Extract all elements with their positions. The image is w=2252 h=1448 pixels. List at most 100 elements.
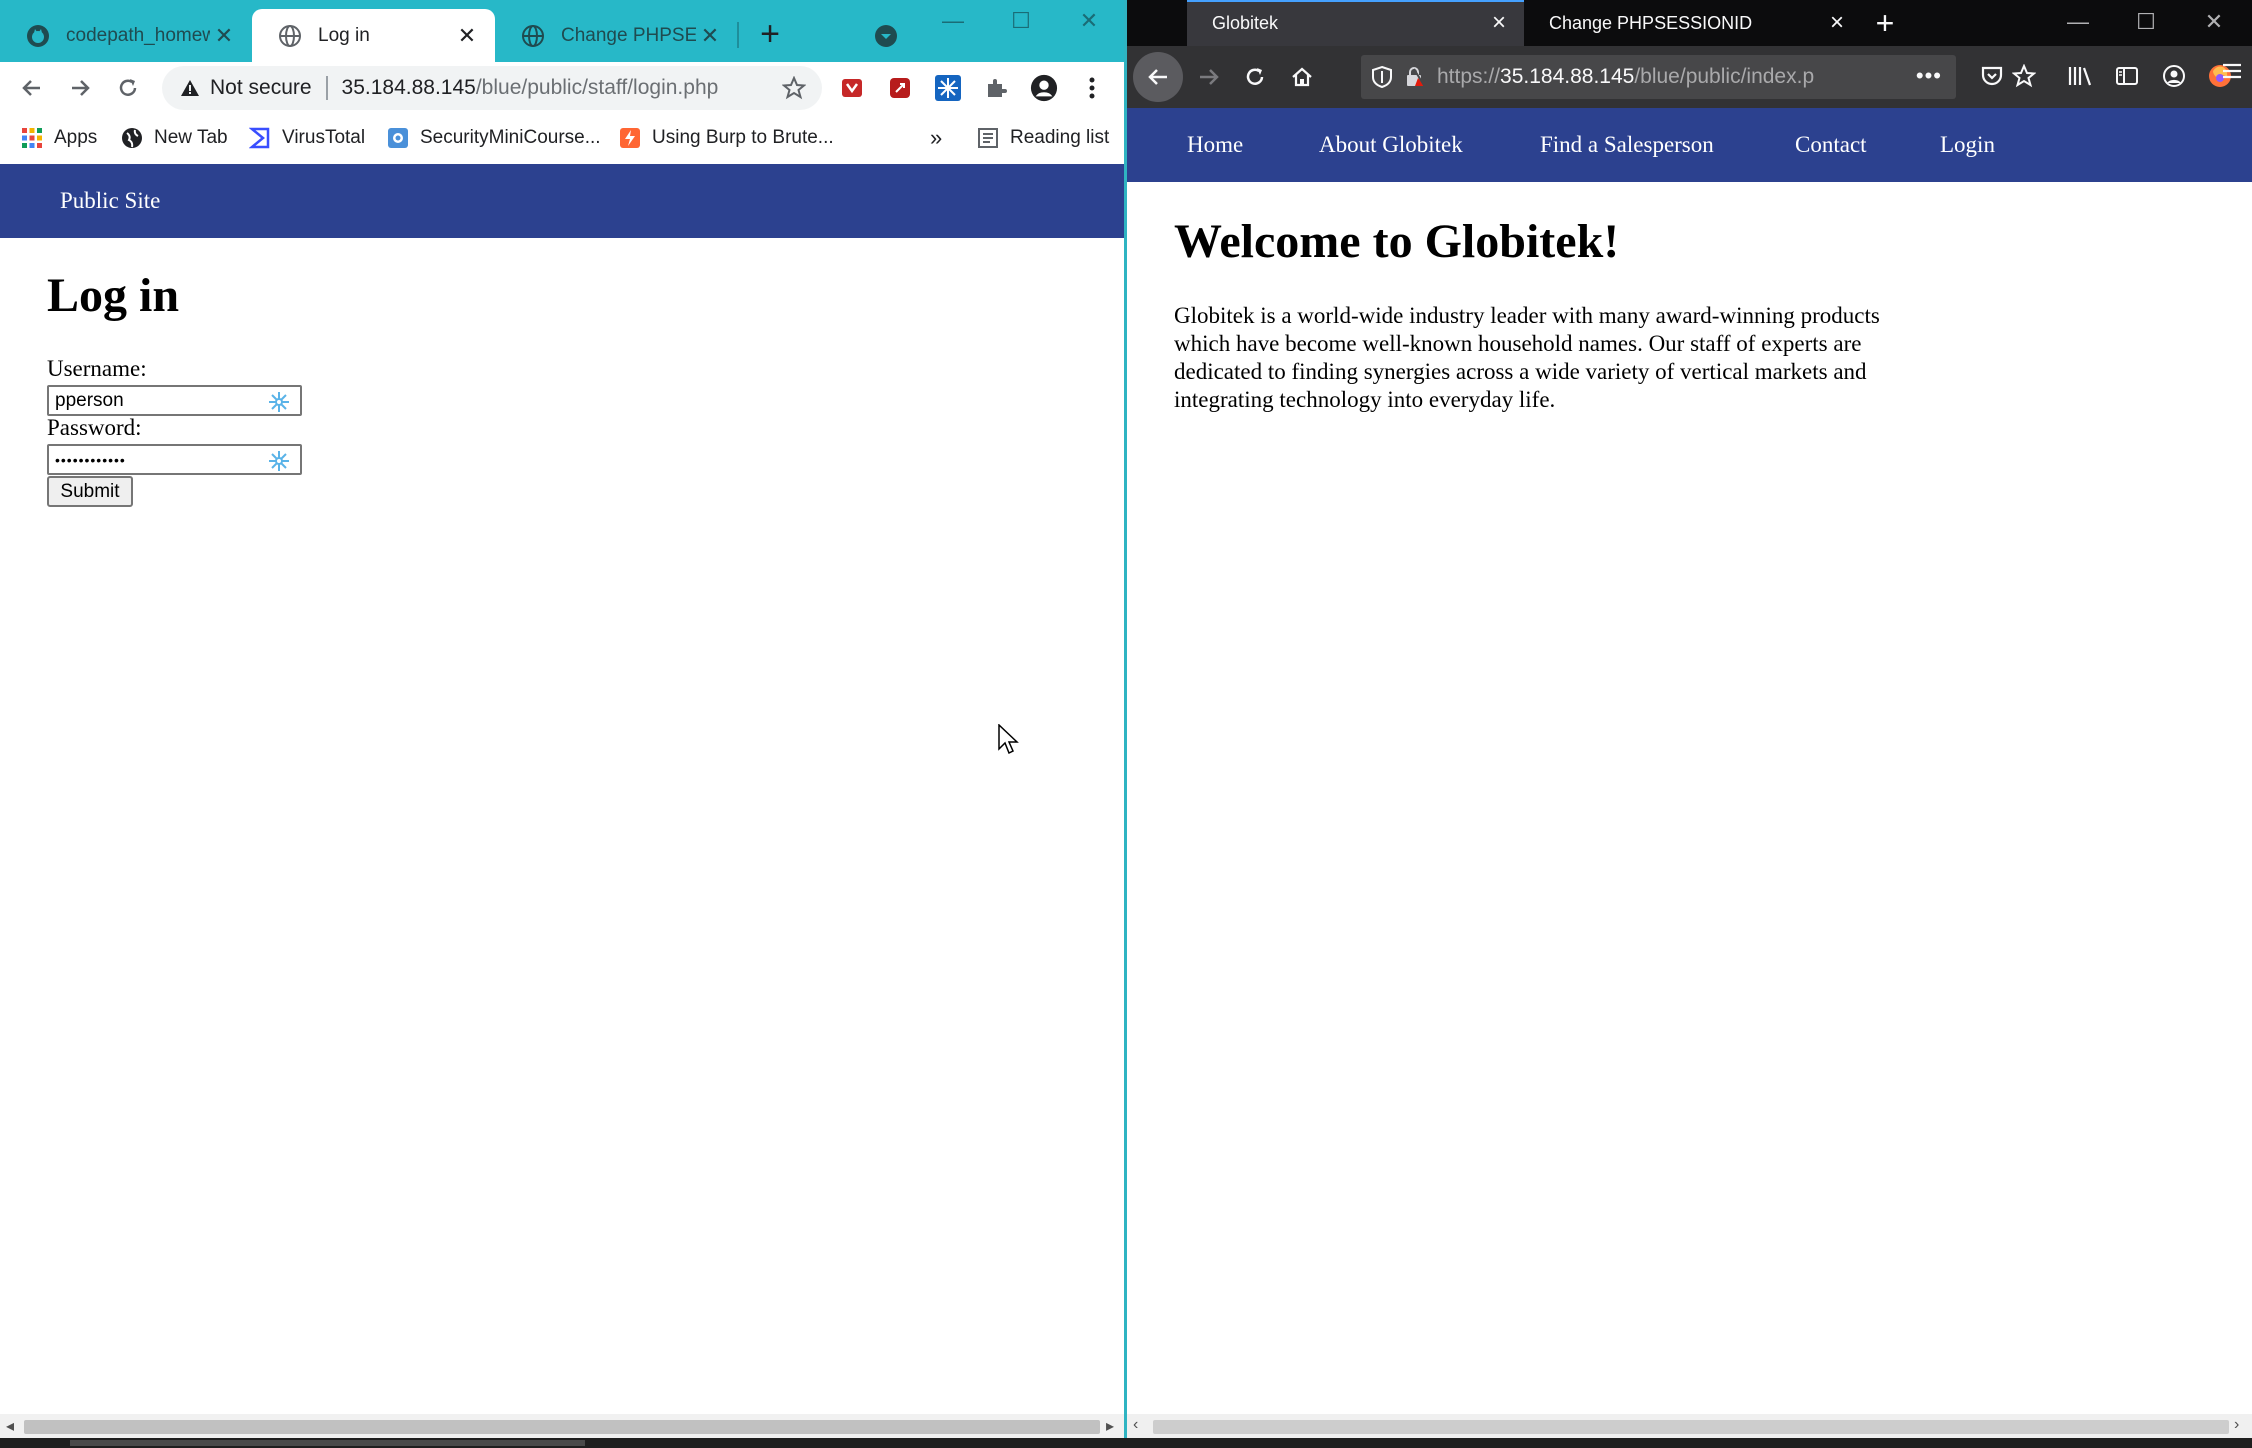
scroll-left-icon[interactable]: ◂ [6,1416,14,1436]
reload-icon[interactable] [110,70,146,106]
extension-rocket-icon[interactable] [886,74,914,102]
forward-arrow-icon[interactable] [62,70,98,106]
horizontal-scrollbar[interactable]: ‹ › [1127,1414,2252,1438]
url-host: 35.184.88.145 [1500,65,1635,88]
bookmark-star-icon[interactable] [2009,61,2039,91]
scrollbar-thumb[interactable] [1153,1420,2229,1434]
page-title: Welcome to Globitek! [1174,215,1620,268]
bookmark-apps[interactable]: Apps [20,124,97,152]
maximize-icon[interactable]: ☐ [2123,0,2169,44]
url-scheme: https:// [1437,65,1501,88]
tab-search-chevron-icon[interactable] [874,24,898,48]
close-icon[interactable]: ✕ [453,23,481,49]
window-close-icon[interactable]: ✕ [2191,0,2237,44]
password-input[interactable]: •••••••••••• [47,444,302,475]
nav-home[interactable]: Home [1187,132,1243,158]
username-label: Username: [47,356,147,381]
tab-title: Log in [318,24,370,46]
sidebar-icon[interactable] [2112,61,2142,91]
insecure-lock-icon[interactable] [1403,65,1427,89]
chrome-tabstrip: codepath_homew ✕ Log in ✕ Change PHPSESS… [0,0,1124,62]
new-tab-plus-icon[interactable]: + [1868,5,1902,41]
bookmark-label: Apps [54,127,98,148]
firefox-tabbar: Globitek × Change PHPSESSIONID × + — ☐ ✕ [1127,0,2252,46]
reload-icon[interactable] [1237,59,1273,95]
nav-find-salesperson[interactable]: Find a Salesperson [1540,132,1714,158]
taskbar-item[interactable] [70,1440,585,1446]
tab-change-phpsessid[interactable]: Change PHPSESSI ✕ [495,9,738,62]
reading-list-button[interactable]: Reading list [976,124,1109,152]
tracking-shield-icon[interactable] [1371,65,1393,89]
password-value: •••••••••••• [55,451,126,468]
back-arrow-icon[interactable] [1133,52,1183,102]
close-icon[interactable]: ✕ [696,23,724,49]
app-menu-hamburger-icon[interactable] [2221,60,2243,87]
bookmarks-bar: Apps New Tab VirusTotal SecurityMiniCour… [0,114,1124,162]
warning-icon[interactable] [180,78,200,98]
globe-icon [120,126,144,150]
bookmark-star-icon[interactable] [782,76,806,100]
pocket-icon[interactable] [1977,61,2007,91]
forward-arrow-icon[interactable] [1191,59,1227,95]
public-site-link[interactable]: Public Site [60,188,160,214]
scroll-right-icon[interactable]: ▸ [1106,1416,1114,1436]
tab-title: Change PHPSESSI [561,24,696,46]
menu-kebab-icon[interactable] [1078,74,1106,102]
nav-login[interactable]: Login [1940,132,1995,158]
tab-globitek[interactable]: Globitek × [1187,0,1524,46]
close-icon[interactable]: × [1484,9,1514,37]
globe-icon [522,24,544,47]
page-actions-more-icon[interactable]: ••• [1916,63,1942,89]
scroll-right-icon[interactable]: › [2234,1416,2239,1434]
nav-about[interactable]: About Globitek [1319,132,1463,158]
tab-login[interactable]: Log in ✕ [252,9,495,62]
horizontal-scrollbar[interactable]: ◂ ▸ [0,1414,1124,1438]
back-arrow-icon[interactable] [14,70,50,106]
tab-separator [737,22,739,48]
nav-contact[interactable]: Contact [1795,132,1867,158]
apps-grid-icon [20,126,44,150]
intro-paragraph: Globitek is a world-wide industry leader… [1174,303,1880,412]
maximize-icon[interactable]: ☐ [998,0,1044,42]
bookmark-securityminicourse[interactable]: SecurityMiniCourse... [386,124,601,152]
password-manager-snowflake-icon[interactable] [268,391,290,413]
bookmark-virustotal[interactable]: VirusTotal [248,124,365,152]
tab-codepath[interactable]: codepath_homew ✕ [0,9,252,62]
address-bar[interactable]: https://35.184.88.145/blue/public/index.… [1361,55,1956,99]
username-input[interactable]: pperson [47,385,302,416]
firefox-window: Globitek × Change PHPSESSIONID × + — ☐ ✕… [1127,0,2252,1438]
virustotal-icon [248,126,272,150]
password-manager-snowflake-icon[interactable] [268,450,290,472]
bookmarks-overflow-chevron-icon[interactable]: » [930,124,942,152]
home-icon[interactable] [1284,59,1320,95]
submit-button[interactable]: Submit [47,476,133,507]
scroll-left-icon[interactable]: ‹ [1133,1416,1138,1434]
account-avatar-icon[interactable] [2159,61,2189,91]
taskbar-strip [0,1438,2252,1448]
extensions-puzzle-icon[interactable] [982,74,1010,102]
extension-shield-icon[interactable] [838,74,866,102]
bookmark-burp[interactable]: Using Burp to Brute... [618,124,834,152]
minimize-icon[interactable]: — [2055,0,2101,44]
minimize-icon[interactable]: — [930,0,976,42]
bookmark-new-tab[interactable]: New Tab [120,124,228,152]
mouse-cursor-icon [998,724,1019,755]
close-icon[interactable]: × [1822,9,1852,37]
tab-change-phpsessionid[interactable]: Change PHPSESSIONID × [1524,0,1862,46]
profile-avatar-icon[interactable] [1030,74,1058,102]
address-bar[interactable]: Not secure 35.184.88.145/blue/public/sta… [162,66,822,110]
scrollbar-thumb[interactable] [24,1420,1100,1434]
extension-snowflake-icon[interactable] [934,74,962,102]
url-host: 35.184.88.145 [341,76,476,99]
reading-list-icon [976,126,1000,150]
url-path: /blue/public/staff/login.php [475,76,719,99]
bookmark-label: VirusTotal [282,127,366,148]
course-icon [386,126,410,150]
security-label[interactable]: Not secure [210,76,312,100]
new-tab-plus-icon[interactable]: + [752,14,788,54]
library-icon[interactable] [2065,61,2095,91]
window-close-icon[interactable]: ✕ [1066,0,1112,42]
omnibox-separator [325,76,328,100]
close-icon[interactable]: ✕ [210,23,238,49]
